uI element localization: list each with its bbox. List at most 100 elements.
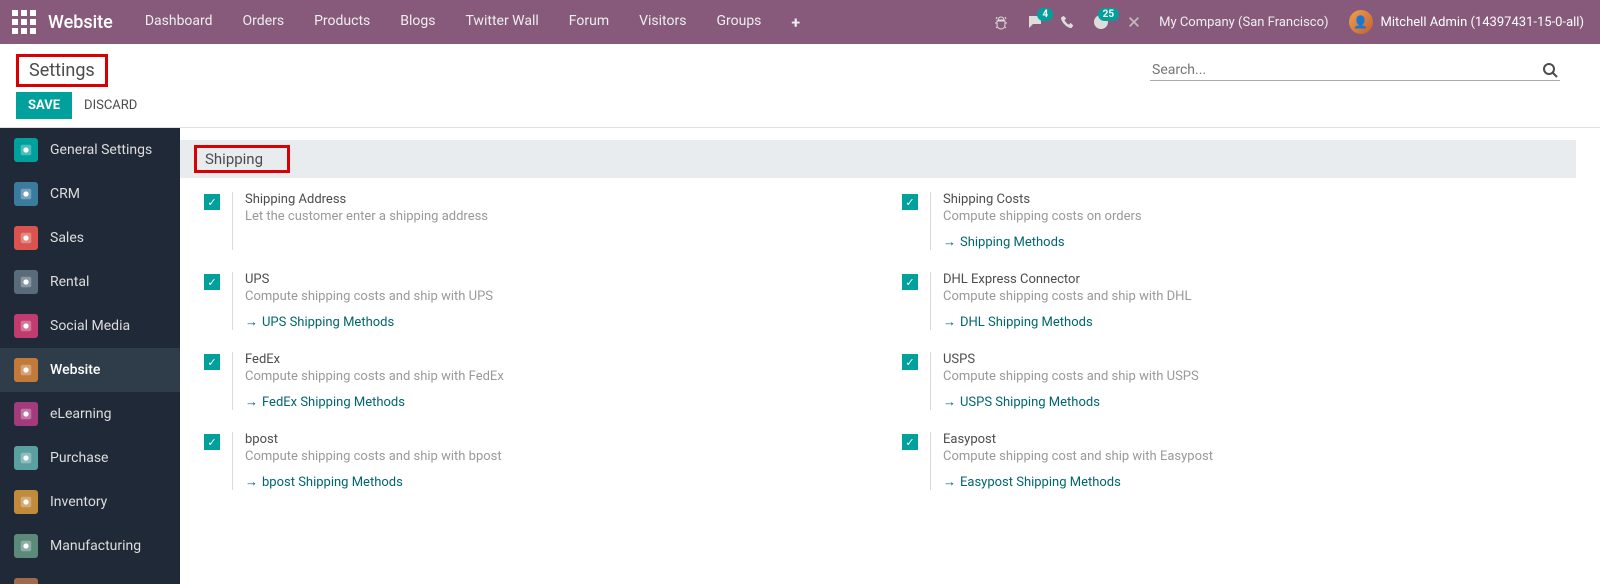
setting-link[interactable]: →Shipping Methods <box>943 234 1065 250</box>
setting-body: USPSCompute shipping costs and ship with… <box>943 352 1576 410</box>
setting-link[interactable]: →bpost Shipping Methods <box>245 474 403 490</box>
setting-description: Compute shipping costs on orders <box>943 209 1576 224</box>
setting-link[interactable]: → DHL Shipping Methods <box>943 314 1093 330</box>
section-title: Shipping <box>205 150 263 168</box>
sidebar-icon <box>14 402 38 426</box>
sidebar-item-label: General Settings <box>50 142 152 158</box>
checkbox[interactable]: ✓ <box>204 274 220 290</box>
discard-button[interactable]: DISCARD <box>84 92 137 119</box>
setting-description: Let the customer enter a shipping addres… <box>245 209 878 224</box>
sidebar-item-crm[interactable]: CRM <box>0 172 180 216</box>
menu-blogs[interactable]: Blogs <box>386 1 449 44</box>
sidebar-item-manufacturing[interactable]: Manufacturing <box>0 524 180 568</box>
sidebar-item-elearning[interactable]: eLearning <box>0 392 180 436</box>
setting-ups: ✓UPSCompute shipping costs and ship with… <box>204 272 878 330</box>
sidebar-icon <box>14 446 38 470</box>
setting-title: FedEx <box>245 352 878 367</box>
search-input[interactable] <box>1152 62 1536 78</box>
sidebar-item-rental[interactable]: Rental <box>0 260 180 304</box>
arrow-right-icon: → <box>245 314 258 330</box>
setting-link[interactable]: → Easypost Shipping Methods <box>943 474 1121 490</box>
setting-link-label: DHL Shipping Methods <box>960 315 1093 330</box>
setting-body: Easypost Compute shipping cost and ship w… <box>943 432 1576 490</box>
checkbox[interactable]: ✓ <box>902 194 918 210</box>
setting-easypost: ✓ Easypost Compute shipping cost and ship … <box>902 432 1576 490</box>
sidebar-item-website[interactable]: Website <box>0 348 180 392</box>
main-menu: Dashboard Orders Products Blogs Twitter … <box>131 1 814 44</box>
setting-link-label: USPS Shipping Methods <box>960 395 1100 410</box>
divider <box>930 352 931 410</box>
setting-shipping-address: ✓Shipping AddressLet the customer enter … <box>204 192 878 250</box>
checkbox[interactable]: ✓ <box>902 354 918 370</box>
menu-visitors[interactable]: Visitors <box>625 1 700 44</box>
divider <box>930 272 931 330</box>
setting-title: Shipping Costs <box>943 192 1576 207</box>
menu-add-icon[interactable]: + <box>777 1 814 44</box>
setting-link-label: bpost Shipping Methods <box>262 475 403 490</box>
setting-link-label: FedEx Shipping Methods <box>262 395 405 410</box>
sidebar-item-general-settings[interactable]: General Settings <box>0 128 180 172</box>
setting-title: UPS <box>245 272 878 287</box>
sidebar-item-label: Sales <box>50 230 84 246</box>
bug-icon[interactable] <box>993 14 1009 30</box>
activity-icon[interactable]: 25 <box>1093 14 1109 30</box>
setting-link-label: UPS Shipping Methods <box>262 315 394 330</box>
setting-link[interactable]: → UPS Shipping Methods <box>245 314 394 330</box>
settings-sidebar: General Settings CRM Sales Rental Social Med… <box>0 128 180 584</box>
menu-dashboard[interactable]: Dashboard <box>131 1 227 44</box>
setting-title: USPS <box>943 352 1576 367</box>
sidebar-icon <box>14 314 38 338</box>
sidebar-item-purchase[interactable]: Purchase <box>0 436 180 480</box>
setting-link[interactable]: →FedEx Shipping Methods <box>245 394 405 410</box>
divider <box>930 192 931 250</box>
apps-icon[interactable] <box>12 10 36 34</box>
sidebar-item-label: Rental <box>50 274 89 290</box>
sidebar-item-accounting[interactable]: Accounting <box>0 568 180 584</box>
checkbox[interactable]: ✓ <box>204 194 220 210</box>
divider <box>232 352 233 410</box>
divider <box>232 272 233 330</box>
checkbox[interactable]: ✓ <box>204 434 220 450</box>
chat-icon[interactable]: 4 <box>1027 14 1043 30</box>
checkbox[interactable]: ✓ <box>902 434 918 450</box>
sidebar-item-label: Purchase <box>50 450 108 466</box>
menu-forum[interactable]: Forum <box>555 1 623 44</box>
sidebar-item-inventory[interactable]: Inventory <box>0 480 180 524</box>
setting-title: DHL Express Connector <box>943 272 1576 287</box>
search-icon[interactable] <box>1542 62 1558 78</box>
sidebar-icon <box>14 182 38 206</box>
setting-link-label: Easypost Shipping Methods <box>960 475 1121 490</box>
phone-icon[interactable] <box>1061 15 1075 29</box>
menu-twitter-wall[interactable]: Twitter Wall <box>451 1 552 44</box>
sidebar-icon <box>14 578 38 584</box>
setting-shipping-costs: ✓ Shipping Costs Compute shipping costs on… <box>902 192 1576 250</box>
checkbox[interactable]: ✓ <box>204 354 220 370</box>
setting-description: Compute shipping cost and ship with Easy… <box>943 449 1576 464</box>
control-panel: Settings SAVE DISCARD <box>0 44 1600 128</box>
arrow-right-icon: → <box>943 394 956 410</box>
search-box[interactable] <box>1150 60 1560 81</box>
close-icon[interactable] <box>1127 15 1141 29</box>
divider <box>930 432 931 490</box>
save-button[interactable]: SAVE <box>16 92 72 119</box>
setting-title: Easypost <box>943 432 1576 447</box>
company-switcher[interactable]: My Company (San Francisco) <box>1159 15 1328 30</box>
setting-title: bpost <box>245 432 878 447</box>
user-menu[interactable]: 👤 Mitchell Admin (14397431-15-0-all) <box>1349 10 1584 34</box>
arrow-right-icon: → <box>943 314 956 330</box>
setting-description: Compute shipping costs and ship with DHL <box>943 289 1576 304</box>
sidebar-icon <box>14 226 38 250</box>
user-name: Mitchell Admin (14397431-15-0-all) <box>1381 15 1584 30</box>
sidebar-item-social-media[interactable]: Social Media <box>0 304 180 348</box>
arrow-right-icon: → <box>943 474 956 490</box>
brand[interactable]: Website <box>48 12 113 33</box>
setting-link[interactable]: → USPS Shipping Methods <box>943 394 1100 410</box>
menu-orders[interactable]: Orders <box>229 1 299 44</box>
sidebar-item-label: Inventory <box>50 494 107 510</box>
sidebar-item-sales[interactable]: Sales <box>0 216 180 260</box>
menu-products[interactable]: Products <box>300 1 384 44</box>
setting-body: DHL Express Connector Compute shipping co… <box>943 272 1576 330</box>
checkbox[interactable]: ✓ <box>902 274 918 290</box>
menu-groups[interactable]: Groups <box>702 1 775 44</box>
settings-grid: ✓Shipping AddressLet the customer enter … <box>204 192 1576 490</box>
